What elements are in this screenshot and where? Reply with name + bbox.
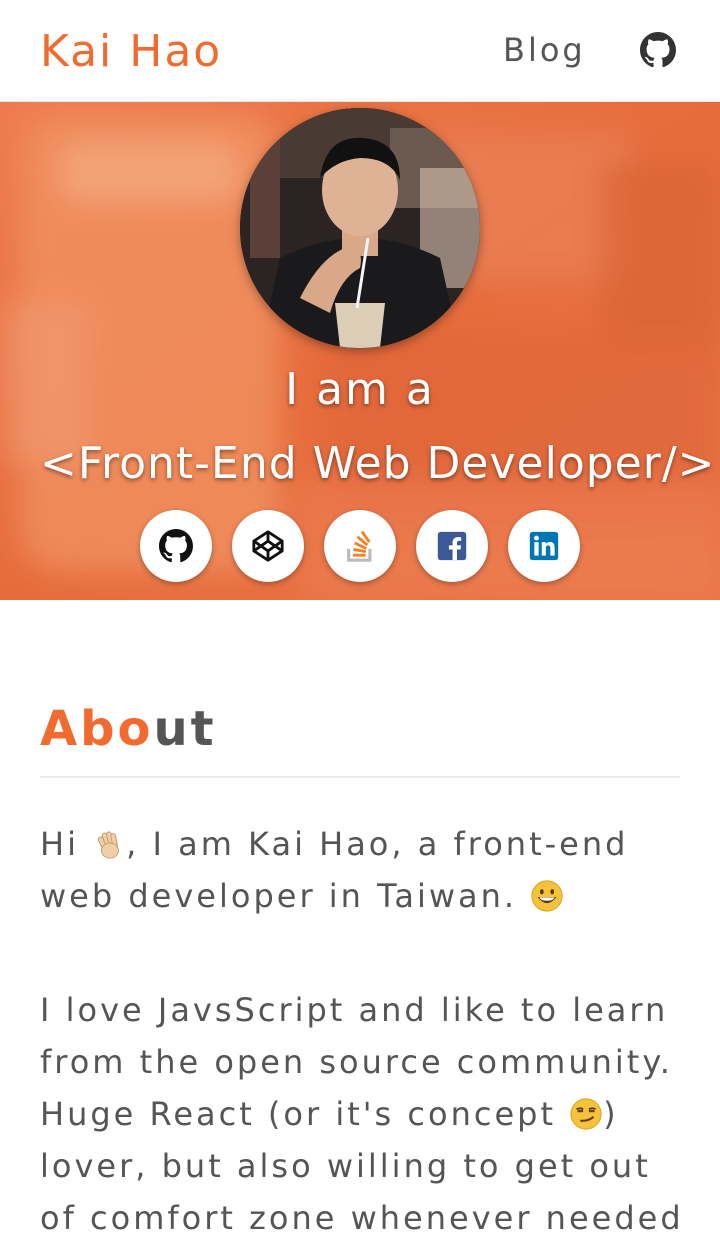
- smirking-face-icon: [569, 1097, 603, 1131]
- nav-blog-link[interactable]: Blog: [503, 30, 586, 70]
- profile-avatar: [240, 108, 480, 348]
- about-heading-accent: Abo: [40, 701, 154, 757]
- codepen-icon: [252, 530, 284, 562]
- brand-link[interactable]: Kai Hao: [40, 26, 222, 78]
- stackoverflow-icon: [347, 530, 372, 562]
- social-github-button[interactable]: [140, 510, 212, 582]
- intro-prefix: I am a: [285, 364, 435, 415]
- site-header: Kai Hao Blog: [0, 0, 720, 102]
- social-stackoverflow-button[interactable]: [324, 510, 396, 582]
- github-icon: [159, 529, 193, 563]
- hero-banner: I am a <Front-End Web Developer/>: [0, 102, 720, 600]
- facebook-icon: [437, 531, 467, 561]
- about-divider: [40, 776, 680, 778]
- about-paragraph-2: I love JavsScript and like to learn from…: [40, 991, 684, 1236]
- social-links: [0, 510, 720, 586]
- about-heading: About: [40, 700, 217, 758]
- waving-hand-icon: [92, 827, 126, 861]
- about-paragraph-1: Hi , I am Kai Hao, a front-end web devel…: [40, 825, 629, 915]
- about-heading-rest: ut: [153, 701, 217, 757]
- linkedin-icon: [529, 531, 559, 561]
- social-codepen-button[interactable]: [232, 510, 304, 582]
- intro-role: <Front-End Web Developer/>: [40, 438, 716, 489]
- social-linkedin-button[interactable]: [508, 510, 580, 582]
- github-icon[interactable]: [640, 32, 676, 68]
- social-facebook-button[interactable]: [416, 510, 488, 582]
- grinning-face-icon: [530, 879, 564, 913]
